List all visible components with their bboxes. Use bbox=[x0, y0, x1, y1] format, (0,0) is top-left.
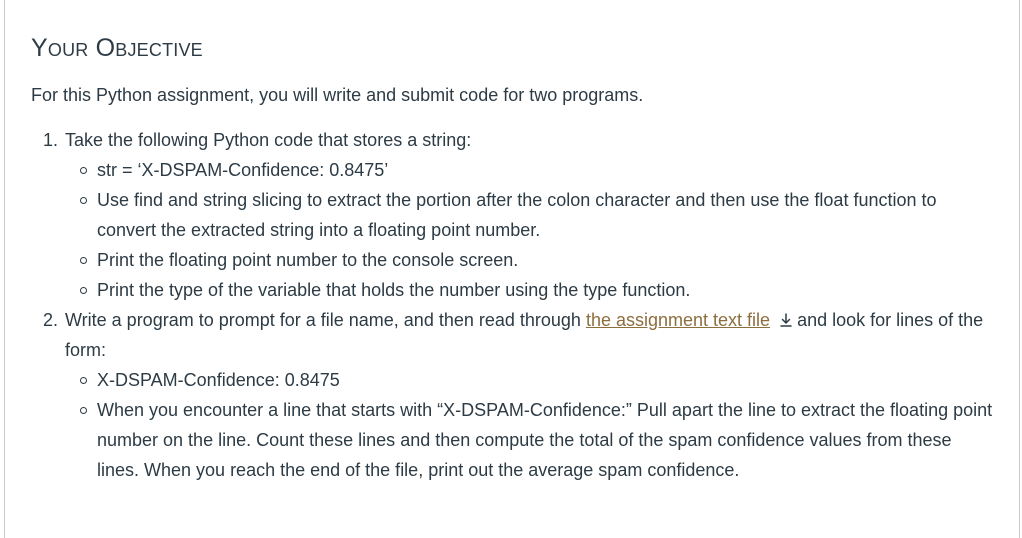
list-item: Print the floating point number to the c… bbox=[80, 245, 995, 275]
step-1-bullets: str = ‘X-DSPAM-Confidence: 0.8475’ Use f… bbox=[65, 155, 995, 305]
step-2-text-before: Write a program to prompt for a file nam… bbox=[65, 310, 581, 330]
step-1: Take the following Python code that stor… bbox=[63, 125, 995, 305]
steps-list: Take the following Python code that stor… bbox=[31, 125, 995, 485]
list-item: str = ‘X-DSPAM-Confidence: 0.8475’ bbox=[80, 155, 995, 185]
content-frame: Your Objective For this Python assignmen… bbox=[4, 0, 1020, 538]
step-2: Write a program to prompt for a file nam… bbox=[63, 305, 995, 485]
list-item: X-DSPAM-Confidence: 0.8475 bbox=[80, 365, 995, 395]
list-item: Print the type of the variable that hold… bbox=[80, 275, 995, 305]
list-item: When you encounter a line that starts wi… bbox=[80, 395, 995, 485]
step-2-bullets: X-DSPAM-Confidence: 0.8475 When you enco… bbox=[65, 365, 995, 485]
assignment-file-link[interactable]: the assignment text file bbox=[586, 310, 770, 330]
step-1-text: Take the following Python code that stor… bbox=[65, 130, 472, 150]
section-heading: Your Objective bbox=[31, 34, 203, 62]
download-icon[interactable] bbox=[778, 307, 794, 327]
intro-text: For this Python assignment, you will wri… bbox=[31, 85, 644, 105]
list-item: Use find and string slicing to extract t… bbox=[80, 185, 995, 245]
